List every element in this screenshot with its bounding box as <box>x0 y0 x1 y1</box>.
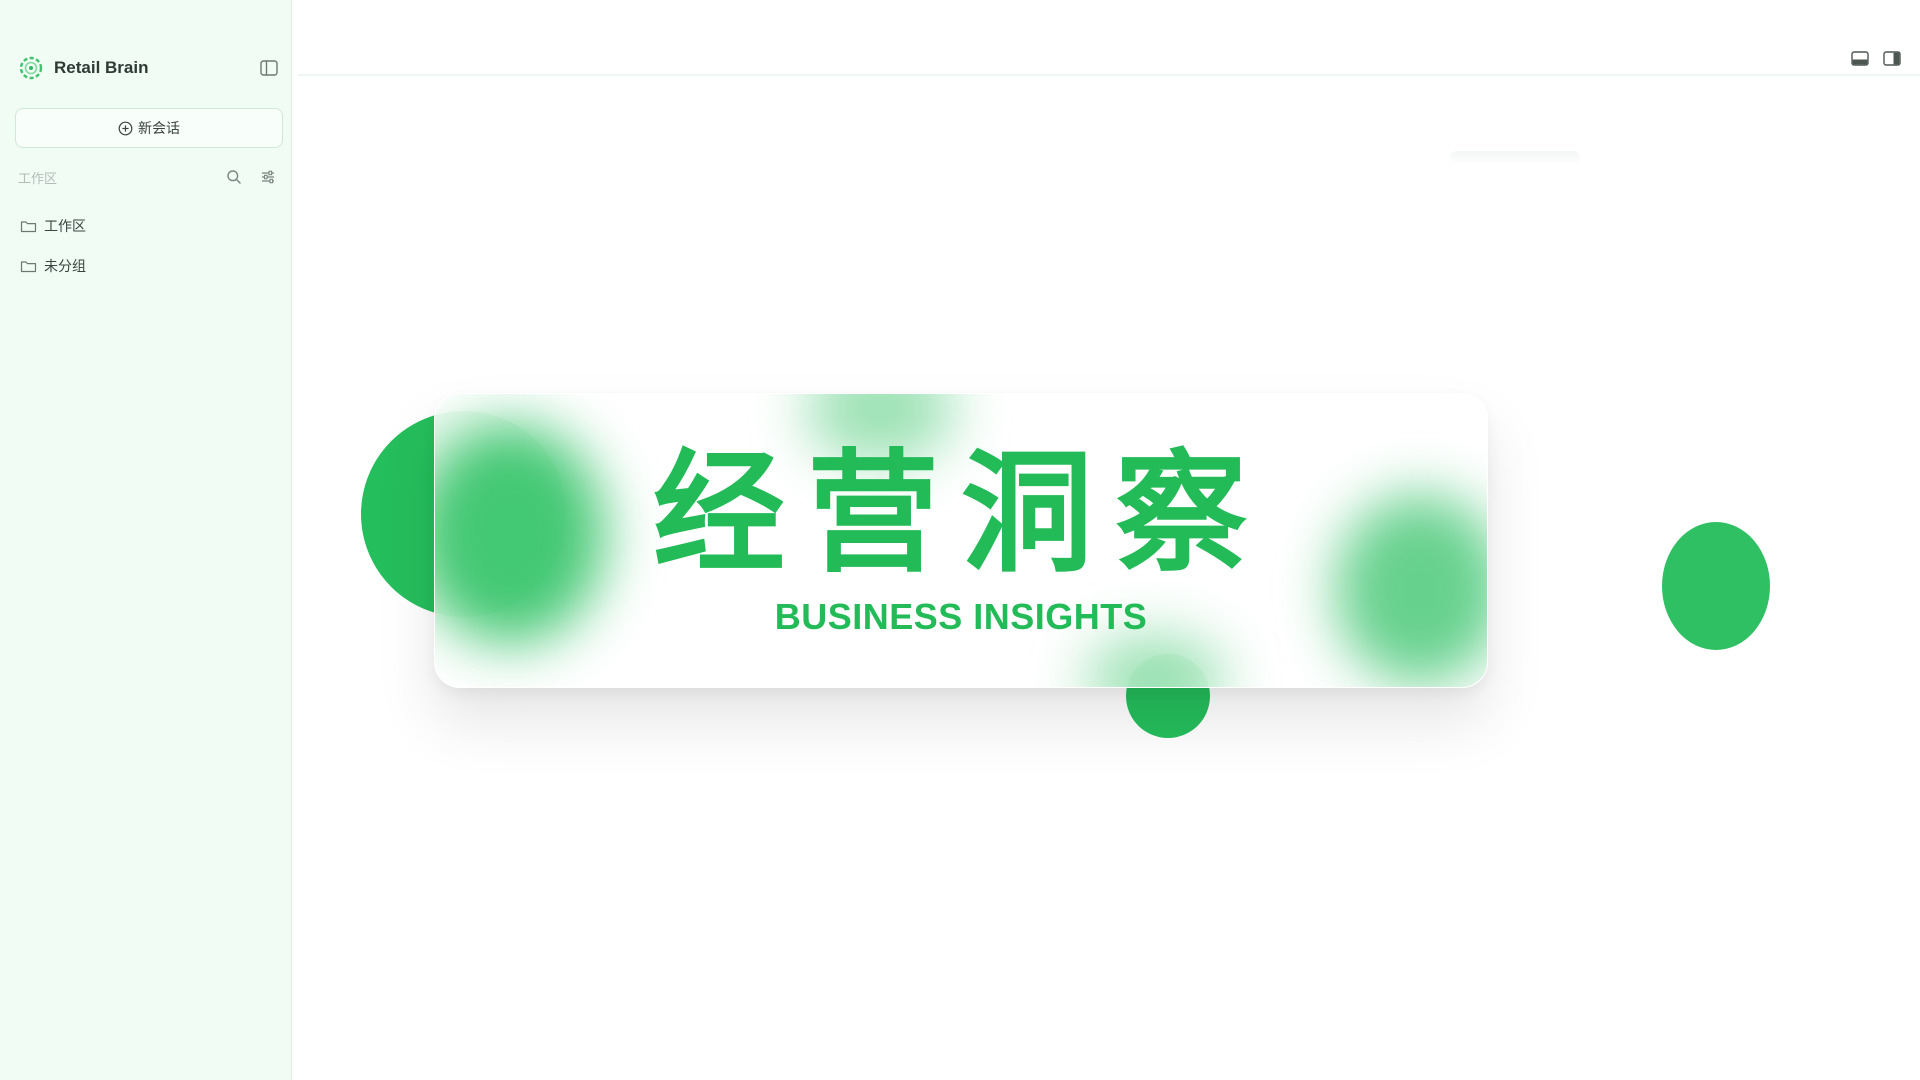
new-chat-label: 新会话 <box>138 121 180 137</box>
sliders-icon <box>262 170 274 184</box>
plus-circle-icon <box>118 121 133 136</box>
hero-subtitle: BUSINESS INSIGHTS <box>774 596 1148 637</box>
hero-title: 经营洞察 <box>653 437 1269 591</box>
main-content: 经营洞察 BUSINESS INSIGHTS <box>292 0 1920 1080</box>
sidebar: Retail Brain 新会话 工作区 工作区 未分组 <box>0 0 292 1080</box>
folder-icon <box>20 218 37 235</box>
folder-item-ungrouped[interactable]: 未分组 <box>20 246 278 286</box>
new-chat-button[interactable]: 新会话 <box>15 108 283 148</box>
app-window: Retail Brain 新会话 工作区 工作区 未分组 经营洞察 BUSINE… <box>0 0 1920 1080</box>
brand-row: Retail Brain <box>18 54 280 82</box>
decor-circle-right <box>1662 522 1770 650</box>
retail-brain-logo-icon <box>18 55 44 81</box>
filter-button[interactable] <box>258 167 278 187</box>
glow-blob <box>1085 634 1225 687</box>
brand-name: Retail Brain <box>54 58 149 77</box>
business-insights-banner: 经营洞察 BUSINESS INSIGHTS <box>292 0 1920 1080</box>
section-title: 工作区 <box>18 171 58 187</box>
folder-label: 未分组 <box>44 259 86 275</box>
folder-list: 工作区 未分组 <box>20 206 278 286</box>
workspace-section-header: 工作区 <box>18 166 278 188</box>
glass-card: 经营洞察 BUSINESS INSIGHTS <box>434 393 1488 688</box>
sidebar-toggle-button[interactable] <box>258 57 280 79</box>
section-tools <box>224 167 278 187</box>
search-icon <box>227 170 241 184</box>
sidebar-toggle-icon <box>260 60 278 76</box>
folder-icon <box>20 258 37 275</box>
folder-item-workspace[interactable]: 工作区 <box>20 206 278 246</box>
search-button[interactable] <box>224 167 244 187</box>
folder-label: 工作区 <box>44 219 86 235</box>
